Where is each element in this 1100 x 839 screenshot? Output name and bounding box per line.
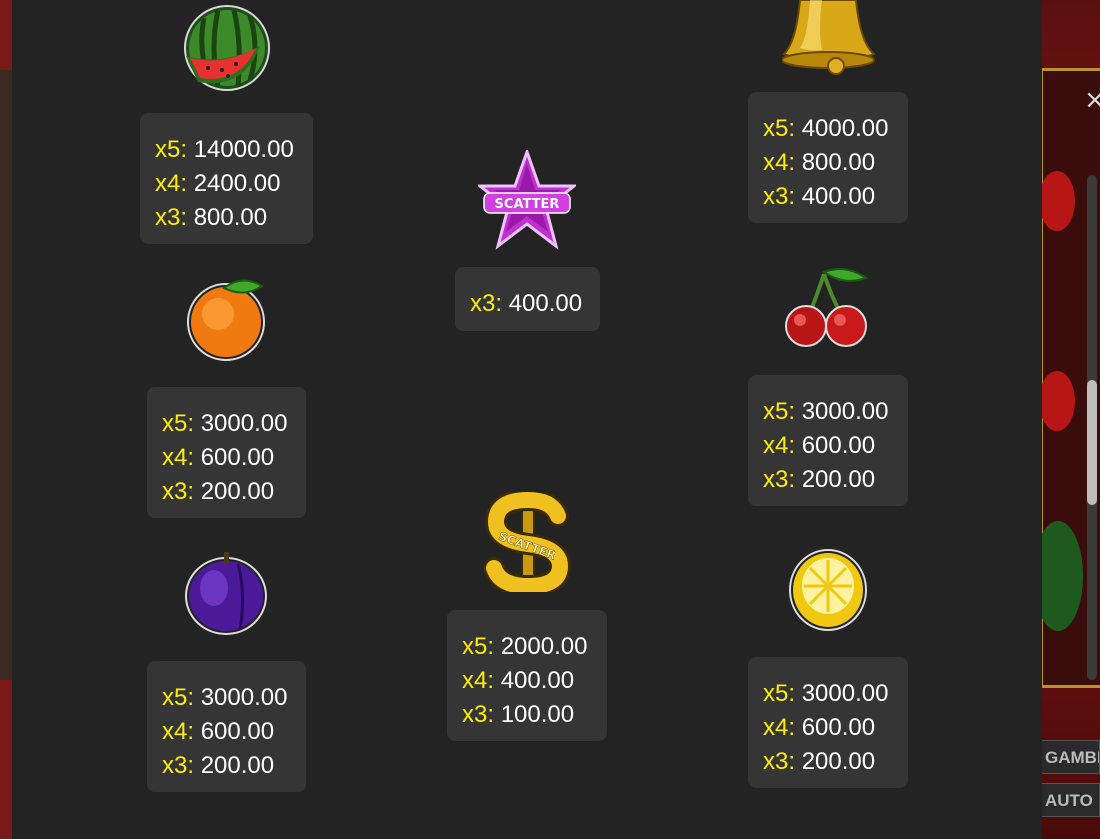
background-reels-left [0, 0, 12, 839]
pay-row: x5: 2000.00 [462, 633, 588, 660]
pay-row: x5: 3000.00 [162, 410, 288, 437]
paytable-box-bell: x5: 4000.00 x4: 800.00 x3: 400.00 [748, 92, 908, 223]
pay-row: x4: 2400.00 [155, 170, 281, 197]
close-button[interactable]: × [1084, 87, 1100, 113]
star-scatter-icon: SCATTER [478, 150, 576, 250]
paytable-box-star-scatter: x3: 400.00 [455, 267, 600, 331]
watermelon-icon [184, 4, 272, 92]
cherry-icon [784, 264, 874, 350]
lemon-icon [786, 546, 870, 632]
bell-icon [782, 0, 876, 76]
paytable-box-plum: x5: 3000.00 x4: 600.00 x3: 200.00 [147, 661, 306, 792]
pay-row: x3: 200.00 [763, 748, 876, 775]
pay-row: x4: 600.00 [763, 714, 876, 741]
pay-row: x3: 800.00 [155, 204, 268, 231]
pay-row: x3: 200.00 [162, 752, 275, 779]
auto-button[interactable]: AUTO [1040, 783, 1100, 817]
pay-row: x5: 3000.00 [763, 680, 889, 707]
pay-row: x3: 200.00 [763, 466, 876, 493]
paytable-box-watermelon: x5: 14000.00 x4: 2400.00 x3: 800.00 [140, 113, 313, 244]
pay-row: x4: 400.00 [462, 667, 575, 694]
pay-row: x5: 14000.00 [155, 136, 294, 163]
pay-row: x3: 100.00 [462, 701, 575, 728]
pay-row: x3: 400.00 [763, 183, 876, 210]
gamble-button[interactable]: GAMBLE [1040, 740, 1100, 774]
pay-row: x5: 3000.00 [162, 684, 288, 711]
paytable-box-dollar-scatter: x5: 2000.00 x4: 400.00 x3: 100.00 [447, 610, 607, 741]
orange-icon [184, 276, 272, 364]
paytable-box-cherry: x5: 3000.00 x4: 600.00 x3: 200.00 [748, 375, 908, 506]
paytable-box-lemon: x5: 3000.00 x4: 600.00 x3: 200.00 [748, 657, 908, 788]
pay-row: x5: 3000.00 [763, 398, 889, 425]
scrollbar-thumb[interactable] [1087, 380, 1097, 505]
pay-row: x4: 600.00 [162, 718, 275, 745]
plum-icon [184, 550, 272, 638]
scatter-label: SCATTER [495, 197, 560, 212]
pay-row: x3: 400.00 [470, 290, 583, 317]
dollar-scatter-icon: SCATTER [482, 492, 574, 592]
pay-row: x4: 600.00 [162, 444, 275, 471]
pay-row: x4: 800.00 [763, 149, 876, 176]
paytable-box-orange: x5: 3000.00 x4: 600.00 x3: 200.00 [147, 387, 306, 518]
pay-row: x4: 600.00 [763, 432, 876, 459]
pay-row: x3: 200.00 [162, 478, 275, 505]
pay-row: x5: 4000.00 [763, 115, 889, 142]
